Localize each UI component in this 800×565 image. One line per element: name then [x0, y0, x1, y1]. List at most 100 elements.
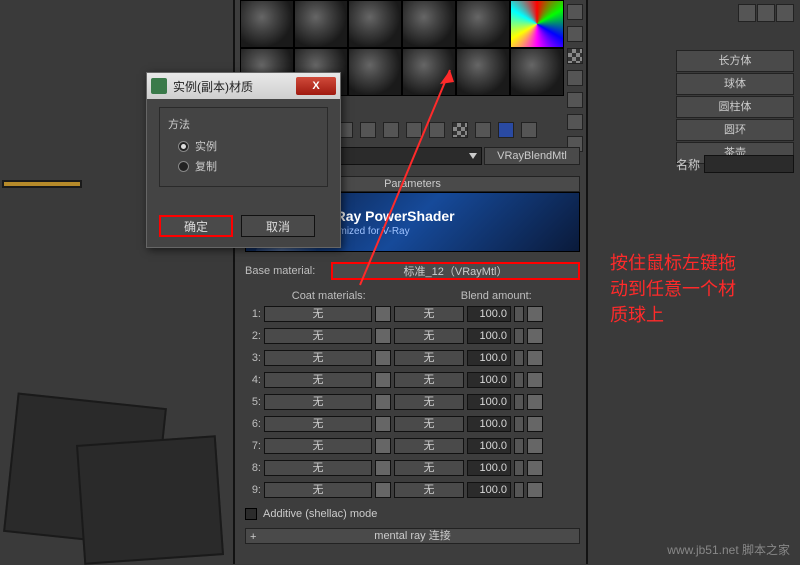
coat-color-swatch[interactable]	[375, 394, 391, 410]
blend-map-button[interactable]: 无	[394, 482, 464, 498]
blend-color-swatch[interactable]	[527, 350, 543, 366]
blend-map-button[interactable]: 无	[394, 460, 464, 476]
make-unique-icon[interactable]	[360, 122, 376, 138]
blend-color-swatch[interactable]	[527, 306, 543, 322]
coat-color-swatch[interactable]	[375, 482, 391, 498]
blend-map-button[interactable]: 无	[394, 416, 464, 432]
base-material-button[interactable]: 标准_12（VRayMtl）	[331, 262, 580, 280]
ok-button[interactable]: 确定	[159, 215, 233, 237]
spinner-arrows-icon[interactable]	[514, 394, 524, 410]
coat-material-button[interactable]: 无	[264, 394, 372, 410]
blend-amount-spinner[interactable]: 100.0	[467, 350, 511, 366]
blend-map-button[interactable]: 无	[394, 372, 464, 388]
spinner-arrows-icon[interactable]	[514, 306, 524, 322]
material-slot[interactable]	[456, 0, 510, 48]
coat-material-button[interactable]: 无	[264, 416, 372, 432]
material-slot[interactable]	[402, 48, 456, 96]
material-slot[interactable]	[348, 0, 402, 48]
primitive-button[interactable]: 圆柱体	[676, 96, 794, 118]
coat-material-button[interactable]: 无	[264, 306, 372, 322]
spinner-arrows-icon[interactable]	[514, 416, 524, 432]
material-slot[interactable]	[510, 0, 564, 48]
video-check-icon[interactable]	[567, 92, 583, 108]
blend-amount-spinner[interactable]: 100.0	[467, 482, 511, 498]
coat-color-swatch[interactable]	[375, 328, 391, 344]
blend-amount-spinner[interactable]: 100.0	[467, 438, 511, 454]
spinner-arrows-icon[interactable]	[514, 328, 524, 344]
material-slot[interactable]	[294, 0, 348, 48]
coat-color-swatch[interactable]	[375, 372, 391, 388]
additive-checkbox[interactable]	[245, 508, 257, 520]
coat-material-button[interactable]: 无	[264, 482, 372, 498]
modify-tab-icon[interactable]	[757, 4, 775, 22]
cancel-button[interactable]: 取消	[241, 215, 315, 237]
material-slot[interactable]	[510, 48, 564, 96]
coat-color-swatch[interactable]	[375, 460, 391, 476]
material-slot[interactable]	[456, 48, 510, 96]
banner-title: V-Ray PowerShader	[322, 208, 454, 224]
coat-color-swatch[interactable]	[375, 350, 391, 366]
material-slot[interactable]	[402, 0, 456, 48]
primitive-button[interactable]: 长方体	[676, 50, 794, 72]
blend-amount-spinner[interactable]: 100.0	[467, 306, 511, 322]
mental-ray-rollup[interactable]: + mental ray 连接	[245, 528, 580, 544]
coat-color-swatch[interactable]	[375, 306, 391, 322]
primitive-button[interactable]: 球体	[676, 73, 794, 95]
blend-amount-spinner[interactable]: 100.0	[467, 328, 511, 344]
spinner-arrows-icon[interactable]	[514, 372, 524, 388]
coat-color-swatch[interactable]	[375, 438, 391, 454]
blend-amount-spinner[interactable]: 100.0	[467, 372, 511, 388]
coat-color-swatch[interactable]	[375, 416, 391, 432]
pick-icon[interactable]	[521, 122, 537, 138]
go-parent-icon[interactable]	[475, 122, 491, 138]
right-name-label: 名称	[676, 156, 700, 173]
spinner-arrows-icon[interactable]	[514, 350, 524, 366]
blend-color-swatch[interactable]	[527, 482, 543, 498]
blend-map-button[interactable]: 无	[394, 394, 464, 410]
blend-color-swatch[interactable]	[527, 372, 543, 388]
blend-map-button[interactable]: 无	[394, 350, 464, 366]
coat-material-button[interactable]: 无	[264, 438, 372, 454]
create-tab-icon[interactable]	[738, 4, 756, 22]
coat-material-button[interactable]: 无	[264, 460, 372, 476]
row-index: 7:	[245, 440, 261, 452]
sample-type-icon[interactable]	[567, 4, 583, 20]
blend-map-button[interactable]: 无	[394, 306, 464, 322]
dialog-titlebar[interactable]: 实例(副本)材质 X	[147, 73, 340, 99]
material-type-button[interactable]: VRayBlendMtl	[484, 147, 580, 165]
go-sibling-icon[interactable]	[498, 122, 514, 138]
blend-map-button[interactable]: 无	[394, 328, 464, 344]
blend-color-swatch[interactable]	[527, 460, 543, 476]
primitive-button[interactable]: 圆环	[676, 119, 794, 141]
background-icon[interactable]	[567, 48, 583, 64]
show-map-icon[interactable]	[429, 122, 445, 138]
blend-amount-spinner[interactable]: 100.0	[467, 416, 511, 432]
uv-tile-icon[interactable]	[567, 70, 583, 86]
material-slot[interactable]	[240, 0, 294, 48]
hierarchy-tab-icon[interactable]	[776, 4, 794, 22]
close-button[interactable]: X	[296, 77, 336, 95]
coat-material-button[interactable]: 无	[264, 372, 372, 388]
radio-copy[interactable]: 复制	[178, 158, 319, 174]
spinner-arrows-icon[interactable]	[514, 460, 524, 476]
blend-amount-spinner[interactable]: 100.0	[467, 394, 511, 410]
right-name-field[interactable]	[704, 155, 794, 173]
show-end-result-icon[interactable]	[452, 122, 468, 138]
blend-color-swatch[interactable]	[527, 328, 543, 344]
material-slot[interactable]	[348, 48, 402, 96]
spinner-arrows-icon[interactable]	[514, 438, 524, 454]
dropdown-icon[interactable]	[469, 153, 477, 159]
row-index: 6:	[245, 418, 261, 430]
coat-material-button[interactable]: 无	[264, 328, 372, 344]
blend-color-swatch[interactable]	[527, 394, 543, 410]
radio-instance[interactable]: 实例	[178, 138, 319, 154]
backlight-icon[interactable]	[567, 26, 583, 42]
put-to-library-icon[interactable]	[383, 122, 399, 138]
blend-amount-spinner[interactable]: 100.0	[467, 460, 511, 476]
blend-color-swatch[interactable]	[527, 416, 543, 432]
coat-material-button[interactable]: 无	[264, 350, 372, 366]
material-id-icon[interactable]	[406, 122, 422, 138]
blend-color-swatch[interactable]	[527, 438, 543, 454]
spinner-arrows-icon[interactable]	[514, 482, 524, 498]
blend-map-button[interactable]: 无	[394, 438, 464, 454]
